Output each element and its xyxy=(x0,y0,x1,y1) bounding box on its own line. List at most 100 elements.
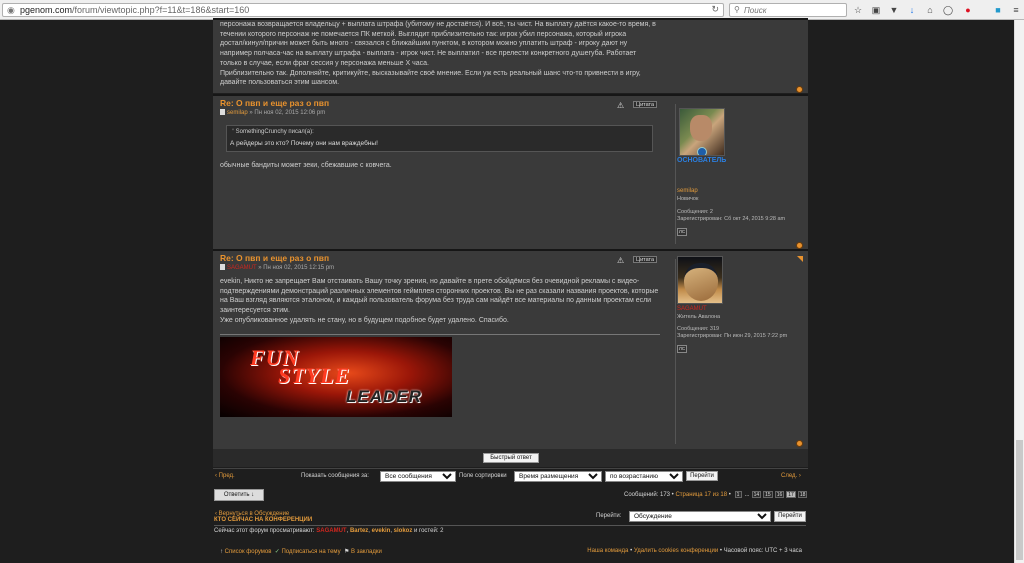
post-line: течении которого персонаж не помечается … xyxy=(220,30,627,38)
show-select[interactable]: Все сообщения xyxy=(380,471,456,482)
footer-left: ↑ Список форумов ✓ Подписаться на тему ⚑… xyxy=(220,548,382,555)
profile-rank: Житель Авалона xyxy=(677,314,721,320)
reply-arrow-icon: ↓ xyxy=(251,492,255,498)
quote-button[interactable]: Цитата xyxy=(633,256,658,263)
extension-icon[interactable]: ■ xyxy=(992,4,1004,16)
post-line: Уже опубликованное удалять не стану, но … xyxy=(220,316,509,324)
search-box[interactable]: ⚲ xyxy=(729,3,847,17)
timezone: Часовой пояс: UTC + 3 часа xyxy=(723,548,802,554)
browser-toolbar: ◉ pgenom.com/forum/viewtopic.php?f=11&t=… xyxy=(0,0,1024,20)
online-heading: КТО СЕЙЧАС НА КОНФЕРЕНЦИИ xyxy=(214,517,313,523)
banner-word: STYLE xyxy=(278,363,351,388)
page-link[interactable]: 18 xyxy=(797,491,808,498)
avatar-face xyxy=(684,263,718,301)
forum-index-link[interactable]: Список форумов xyxy=(225,549,272,555)
prev-label: Пред. xyxy=(218,473,235,479)
report-icon[interactable]: ⚠ xyxy=(617,102,625,110)
post-line: на Ваш взгляд являются эталоном, и кажды… xyxy=(220,297,652,305)
profile-rank: Новичок xyxy=(677,196,699,202)
pm-button[interactable]: ЛС xyxy=(677,345,687,353)
search-input[interactable] xyxy=(744,5,842,15)
online-prefix: Сейчас этот форум просматривают: xyxy=(214,528,315,534)
chat-icon[interactable]: ◯ xyxy=(942,4,954,16)
page-link[interactable]: 1 xyxy=(734,491,742,498)
clipboard-icon[interactable]: ▣ xyxy=(870,4,882,16)
pocket-icon[interactable]: ▼ xyxy=(888,4,900,16)
sort-select[interactable]: Время размещения xyxy=(514,471,602,482)
post-line: заинтересуется этим. xyxy=(220,307,290,315)
pm-button[interactable]: ЛС xyxy=(677,228,687,236)
quote-author-text: SomethingCrunchy писал(а): xyxy=(235,129,314,135)
jump-select[interactable]: Обсуждение xyxy=(629,511,771,522)
team-link[interactable]: Наша команда xyxy=(587,548,628,554)
post-text: evekin, Никто не запрещает Вам отстаиват… xyxy=(220,277,670,326)
next-link[interactable]: След. › xyxy=(781,473,801,479)
scrollbar-thumb[interactable] xyxy=(1016,440,1023,560)
post-meta: semilap » Пн ноя 02, 2015 12:06 pm xyxy=(220,109,325,116)
quote-button[interactable]: Цитата xyxy=(633,101,658,108)
cookies-link[interactable]: Удалить cookies конференции xyxy=(634,548,718,554)
online-user[interactable]: SAGAMUT xyxy=(316,528,346,534)
profile-username[interactable]: semilap xyxy=(677,188,698,194)
profile-posts: Сообщения: 2 xyxy=(677,209,713,215)
back-to-top-icon[interactable] xyxy=(796,86,803,93)
reply-button[interactable]: Ответить ↓ xyxy=(214,489,264,501)
signature-separator xyxy=(220,334,660,335)
post-semilap: Re: О пвп и еще раз о пвп semilap » Пн н… xyxy=(213,94,808,249)
post-title[interactable]: Re: О пвп и еще раз о пвп xyxy=(220,98,329,108)
post-date: » Пн ноя 02, 2015 12:06 pm xyxy=(249,110,326,116)
post-title[interactable]: Re: О пвп и еще раз о пвп xyxy=(220,253,329,263)
post-author[interactable]: SAGAMUT xyxy=(227,265,257,271)
user-rank: ОСНОВАТЕЛЬ xyxy=(677,157,727,164)
page-link[interactable]: 16 xyxy=(774,491,785,498)
profile-posts: Сообщения: 319 xyxy=(677,326,720,332)
jump-button[interactable]: Перейти xyxy=(774,511,806,522)
post-icon xyxy=(220,109,225,115)
back-to-top-icon[interactable] xyxy=(796,242,803,249)
profile-username[interactable]: SAGAMUT xyxy=(677,306,707,312)
sort-label: Поле сортировки xyxy=(459,473,507,479)
post-sagamut: Re: О пвп и еще раз о пвп SAGAMUT » Пн н… xyxy=(213,249,808,449)
forum-content: персонажа возвращается владельцу + выпла… xyxy=(213,18,808,563)
jump-label: Перейти: xyxy=(596,513,622,519)
post-line: evekin, Никто не запрещает Вам отстаиват… xyxy=(220,278,640,285)
post-author[interactable]: semilap xyxy=(227,110,248,116)
page-ellipsis: ... xyxy=(744,492,750,498)
page-link[interactable]: 15 xyxy=(763,491,773,498)
founder-badge-icon xyxy=(697,147,707,155)
post-line: давайте пользоваться этим шансом. xyxy=(220,79,340,87)
online-user[interactable]: slokoz xyxy=(394,528,413,534)
avatar[interactable] xyxy=(679,108,725,156)
sort-go-button[interactable]: Перейти xyxy=(686,471,718,481)
address-bar[interactable]: ◉ pgenom.com/forum/viewtopic.php?f=11&t=… xyxy=(2,3,724,17)
bookmark-icon: ⚑ xyxy=(343,549,350,555)
home-icon[interactable]: ⌂ xyxy=(924,4,936,16)
order-select[interactable]: по возрастанию xyxy=(605,471,683,482)
star-icon[interactable]: ☆ xyxy=(852,4,864,16)
page-link[interactable]: 14 xyxy=(751,491,762,498)
subscribe-link[interactable]: Подписаться на тему xyxy=(281,549,340,555)
avatar[interactable] xyxy=(677,256,723,304)
scrollbar[interactable] xyxy=(1014,20,1024,563)
post-line: например полчаса-час на выплату штрафа -… xyxy=(220,50,637,58)
bookmark-link[interactable]: В закладки xyxy=(351,549,382,555)
pagination-separator: • xyxy=(728,492,731,498)
quote-text: А рейдеры это кто? Почему они нам вражде… xyxy=(230,140,378,147)
avatar-face xyxy=(690,115,712,141)
download-icon[interactable]: ↓ xyxy=(906,4,918,16)
online-user[interactable]: evekin xyxy=(372,528,391,534)
page-label[interactable]: Страница 17 из 18 xyxy=(675,492,727,498)
adblock-icon[interactable]: ● xyxy=(962,4,974,16)
menu-icon[interactable]: ≡ xyxy=(1010,4,1022,16)
post-text: обычные бандиты может зеки, сбежавшие с … xyxy=(220,162,392,169)
reply-label: Ответить xyxy=(223,492,250,498)
reload-icon[interactable]: ↻ xyxy=(711,4,719,15)
prev-link[interactable]: ‹ Пред. xyxy=(215,473,235,479)
post-date: » Пн ноя 02, 2015 12:15 pm xyxy=(258,265,335,271)
report-icon[interactable]: ⚠ xyxy=(617,257,625,265)
online-user[interactable]: Bartez xyxy=(350,528,368,534)
online-divider xyxy=(214,525,806,526)
back-to-top-icon[interactable] xyxy=(796,440,803,447)
home-icon: ↑ xyxy=(220,549,223,555)
quote-block: “ SomethingCrunchy писал(а): А рейдеры э… xyxy=(226,125,653,152)
